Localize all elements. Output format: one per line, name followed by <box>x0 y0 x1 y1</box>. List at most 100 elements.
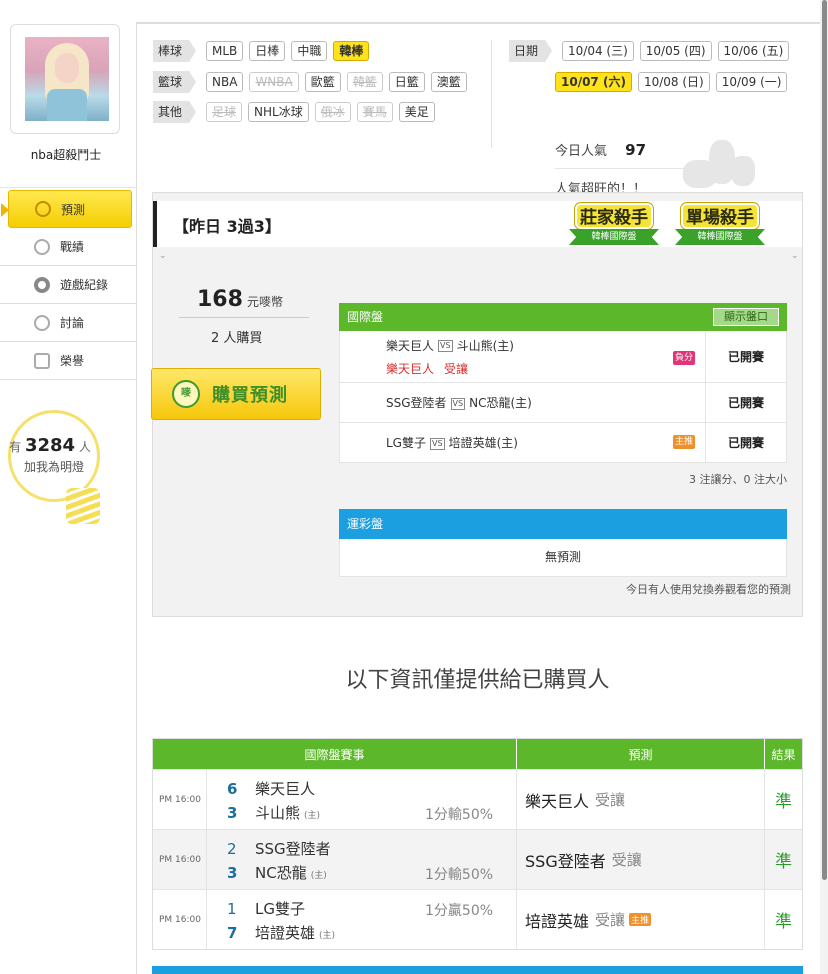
nav-label: 戰績 <box>60 240 85 254</box>
nav-item-honor[interactable]: 榮譽 <box>0 342 136 380</box>
filter-nba[interactable]: NBA <box>206 72 244 92</box>
category-label: 其他 <box>153 101 197 123</box>
badge-title: 莊家殺手 <box>575 203 653 229</box>
vs-icon: VS <box>430 437 445 450</box>
price-unit: 元嘜幣 <box>246 295 283 309</box>
date-option[interactable]: 10/05 (四) <box>639 41 712 61</box>
record-icon <box>34 238 50 255</box>
nav-item-predict[interactable]: 預測 <box>1 190 132 228</box>
filter-au-basketball[interactable]: 澳籃 <box>430 72 467 92</box>
tag-badge: 主推 <box>672 435 695 449</box>
date-option[interactable]: 10/04 (三) <box>562 41 634 61</box>
home-team: NC恐龍(主) <box>469 396 532 410</box>
lottery-empty: 無預測 <box>339 539 787 577</box>
column-header: 結果 <box>771 747 796 762</box>
intl-header: 國際盤 顯示盤口 <box>339 303 787 331</box>
pick-team: SSG登陸者 <box>525 851 606 871</box>
filter-jp-baseball[interactable]: 日棒 <box>249 41 286 61</box>
scrollbar-thumb[interactable] <box>822 0 827 880</box>
nav-item-discuss[interactable]: 討論 <box>0 304 136 342</box>
table-row: SSG登陸者 VS NC恐龍(主) 已開賽 <box>339 383 787 423</box>
show-odds-button[interactable]: 顯示盤口 <box>713 308 779 326</box>
nav-label: 討論 <box>60 316 85 330</box>
coupon-note: 今日有人使用兌換券觀看您的預測 <box>626 583 791 596</box>
pick-team: 樂天巨人 <box>386 361 435 376</box>
tag-badge: 主推 <box>629 913 652 926</box>
profile-sidebar: nba超殺鬥士 預測 戰績 遊戲紀錄 討論 榮譽 有 3284 人 加我為明燈 <box>0 0 136 974</box>
scrollbar[interactable] <box>820 0 828 974</box>
nav-label: 遊戲紀錄 <box>60 278 109 292</box>
match-cell: LG雙子 VS 培證英雄(主) 主推 <box>340 423 706 462</box>
bet-summary: 3 注讓分、0 注大小 <box>689 473 787 486</box>
date-option[interactable]: 10/09 (一) <box>715 72 788 92</box>
avatar[interactable] <box>25 37 109 121</box>
popularity-value: 97 <box>625 141 647 159</box>
match-time: PM 16:00 <box>153 770 207 829</box>
score: 3 <box>227 864 238 882</box>
nav-item-record[interactable]: 戰績 <box>0 228 136 266</box>
lottery-table: 運彩盤 無預測 <box>339 509 787 577</box>
date-option[interactable]: 10/08 (日) <box>637 72 710 92</box>
match-cell: 6 樂天巨人 3 斗山熊 (主) 1分輸50% <box>207 770 517 829</box>
side-nav: 預測 戰績 遊戲紀錄 討論 榮譽 <box>0 190 136 380</box>
circle-icon <box>34 276 50 293</box>
chevron-down-icon: ⌄ <box>159 251 167 261</box>
prediction-header: 【昨日 3過3】 莊家殺手 韓棒國際盤 單場殺手 韓棒國際盤 <box>153 201 802 247</box>
filter-ru-hockey: 俄冰 <box>314 102 351 122</box>
filter-nfl[interactable]: 美足 <box>398 102 435 122</box>
results-table: 國際盤賽事 預測 結果 PM 16:00 6 樂天巨人 3 斗山熊 (主) 1分輸50… <box>152 738 803 950</box>
nav-label: 預測 <box>61 202 86 217</box>
tag-badge: 負分 <box>672 351 695 365</box>
price: 168 元嘜幣 <box>197 287 283 312</box>
home-team: 斗山熊(主) <box>456 338 514 353</box>
prediction-cell: SSG登陸者 受讓 <box>517 830 765 889</box>
filter-cpbl[interactable]: 中職 <box>291 41 328 61</box>
filter-row-other: 其他 足球 NHL冰球 俄冰 賽馬 美足 <box>153 101 441 123</box>
date-option-selected[interactable]: 10/07 (六) <box>555 72 632 92</box>
score: 6 <box>227 780 238 798</box>
match-status: 已開賽 <box>727 396 764 410</box>
filter-eu-basketball[interactable]: 歐籃 <box>304 72 341 92</box>
fan-count: 3284 <box>24 435 76 456</box>
filter-horse: 賽馬 <box>356 102 393 122</box>
divider <box>179 317 309 318</box>
prediction-cell: 培證英雄 受讓 主推 <box>517 890 765 949</box>
avatar-card[interactable] <box>10 24 120 134</box>
filter-nhl[interactable]: NHL冰球 <box>248 102 309 122</box>
home-team: 培證英雄(主) <box>448 436 518 450</box>
prediction-box: 【昨日 3過3】 莊家殺手 韓棒國際盤 單場殺手 韓棒國際盤 ⌄ ⌄ 168 元嘜… <box>151 192 803 617</box>
filter-soccer: 足球 <box>206 102 243 122</box>
date-row-1: 日期 10/04 (三) 10/05 (四) 10/06 (五) <box>509 40 795 62</box>
category-label: 籃球 <box>153 71 197 93</box>
follow-label[interactable]: 加我為明燈 <box>11 458 97 475</box>
fan-prefix: 有 <box>9 440 22 454</box>
home-mark: (主) <box>319 931 336 941</box>
filter-kbo[interactable]: 韓棒 <box>333 41 370 61</box>
filter-jp-basketball[interactable]: 日籃 <box>388 72 425 92</box>
target-icon <box>35 201 51 217</box>
buyer-count: 2 人購買 <box>211 327 262 346</box>
filter-row-baseball: 棒球 MLB 日棒 中職 韓棒 <box>153 40 375 62</box>
buy-label: 購買預測 <box>212 385 288 406</box>
pick-mode: 受讓 <box>595 791 626 809</box>
handicap: 1分贏50% <box>425 903 494 919</box>
column-header: 國際盤賽事 <box>153 739 517 769</box>
match-cell: 2 SSG登陸者 3 NC恐龍 (主) 1分輸50% <box>207 830 517 889</box>
table-row: PM 16:00 1 LG雙子 7 培證英雄 (主) 1分贏50% 培證英雄 受讓 主推 … <box>153 889 802 949</box>
filter-mlb[interactable]: MLB <box>206 41 244 61</box>
filter-wnba: WNBA <box>249 72 299 92</box>
prediction-cell: 樂天巨人 受讓 <box>517 770 765 829</box>
pick-mode: 受讓 <box>444 361 469 376</box>
buyer-notice: 以下資訊僅提供給已購買人 <box>345 668 610 693</box>
category-label: 日期 <box>509 40 553 62</box>
username[interactable]: nba超殺鬥士 <box>0 146 132 163</box>
date-row-2: 10/07 (六) 10/08 (日) 10/09 (一) <box>555 71 793 93</box>
result: 準 <box>775 792 792 812</box>
table-row: PM 16:00 2 SSG登陸者 3 NC恐龍 (主) 1分輸50% SSG登陸者受… <box>153 829 802 889</box>
pick-mode: 受讓 <box>595 911 626 929</box>
nav-item-game-log[interactable]: 遊戲紀錄 <box>0 266 136 304</box>
popularity-label: 今日人氣 <box>555 144 608 159</box>
buy-prediction-button[interactable]: 嘜 購買預測 <box>151 368 321 420</box>
date-option[interactable]: 10/06 (五) <box>717 41 790 61</box>
vs-icon: VS <box>438 340 453 352</box>
